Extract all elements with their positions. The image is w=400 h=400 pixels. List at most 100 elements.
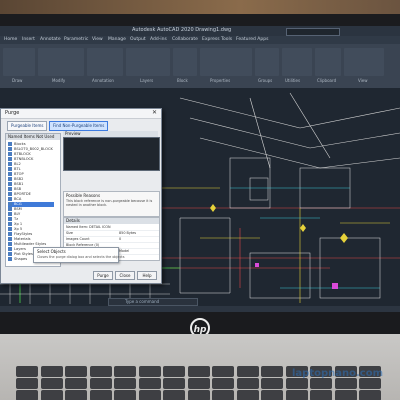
block-icon — [8, 232, 12, 236]
keyboard-key — [334, 378, 357, 389]
tooltip-text: Closes the purge dialog box and selects … — [37, 255, 125, 259]
ribbon-group-modify[interactable] — [38, 48, 84, 76]
keyboard-key — [261, 390, 283, 400]
block-icon — [8, 177, 12, 181]
tree-item-label: BSB — [14, 187, 22, 191]
keyboard-key — [138, 390, 161, 400]
block-icon — [8, 207, 12, 211]
tree-item-label: Xp 5 — [14, 227, 23, 231]
purge-button[interactable]: Purge — [93, 271, 113, 280]
laptop-screen: Autodesk AutoCAD 2020 Drawing1.dwg Home … — [0, 26, 400, 312]
block-icon — [8, 227, 12, 231]
dialog-titlebar: Purge ✕ — [1, 109, 161, 119]
ribbon-label-properties: Properties — [210, 78, 231, 83]
details-title: Details — [64, 218, 159, 224]
tree-item-label: BTOP — [14, 172, 24, 176]
menu-item-featured-apps[interactable]: Featured Apps — [236, 37, 268, 42]
close-button[interactable]: Close — [115, 271, 135, 280]
ribbon-group-clipboard[interactable] — [315, 48, 341, 76]
tree-item-label: Xp 1 — [14, 222, 23, 226]
details-value: 850 Bytes — [119, 231, 137, 235]
tree-item-label: BSLOT0_B002_BLOCK — [14, 147, 53, 151]
tab-find-non-purgeable-items[interactable]: Find Non-Purgeable Items — [49, 121, 109, 131]
block-icon — [8, 252, 12, 256]
block-icon — [8, 247, 12, 251]
tree-item-label: Shapes — [14, 257, 28, 261]
ribbon-group-annotation[interactable] — [87, 48, 123, 76]
menu-item-parametric[interactable]: Parametric — [64, 37, 88, 42]
tree-item-label: BSB1 — [14, 182, 24, 186]
keyboard-key — [359, 390, 381, 400]
named-items-panel-title: Named Items Not Used — [6, 134, 60, 140]
keyboard-key — [114, 366, 136, 377]
block-icon — [8, 212, 12, 216]
block-icon — [8, 187, 12, 191]
block-icon — [8, 202, 12, 206]
keyboard-key — [138, 378, 161, 389]
ribbon-label-layers: Layers — [140, 78, 154, 83]
tree-item-label: BL2 — [14, 162, 21, 166]
ribbon-group-block[interactable] — [173, 48, 197, 76]
block-icon — [8, 162, 12, 166]
tree-item-label: BSB2 — [14, 177, 24, 181]
tree-item-label: BTL — [14, 167, 21, 171]
ribbon-label-clipboard: Clipboard — [317, 78, 337, 83]
menu-item-output[interactable]: Output — [130, 37, 146, 42]
keyboard-key — [212, 378, 234, 389]
watermark: laptopnano.com — [292, 368, 384, 379]
command-line-placeholder: Type a command — [125, 299, 160, 304]
tree-item-label: BCG — [14, 202, 22, 206]
menu-item-home[interactable]: Home — [4, 37, 17, 42]
ribbon-group-utilities[interactable] — [282, 48, 312, 76]
keyboard-key — [138, 366, 161, 377]
block-icon — [8, 142, 12, 146]
block-icon — [8, 197, 12, 201]
menu-item-annotate[interactable]: Annotate — [40, 37, 61, 42]
keyboard-key — [114, 390, 136, 400]
keyboard-key — [310, 378, 332, 389]
menu-item-addins[interactable]: Add-ins — [150, 37, 167, 42]
keyboard-key — [285, 378, 308, 389]
ribbon-label-groups: Groups — [258, 78, 273, 83]
close-icon[interactable]: ✕ — [152, 109, 157, 116]
window-title: Autodesk AutoCAD 2020 Drawing1.dwg — [132, 27, 232, 33]
ribbon-group-view[interactable] — [344, 48, 384, 76]
ribbon-group-layers[interactable] — [126, 48, 170, 76]
tree-item-label: Materials — [14, 237, 31, 241]
ribbon-label-draw: Draw — [12, 78, 23, 83]
tree-item-label: BTNBLOCK — [14, 157, 34, 161]
details-value: 0 — [119, 237, 122, 241]
menu-item-manage[interactable]: Manage — [108, 37, 126, 42]
block-icon — [8, 217, 12, 221]
keyboard-key — [16, 366, 38, 377]
ribbon-group-draw[interactable] — [3, 48, 35, 76]
search-input[interactable] — [286, 28, 340, 36]
keyboard-key — [163, 378, 185, 389]
ribbon-group-properties[interactable] — [200, 48, 252, 76]
help-button[interactable]: Help — [137, 271, 157, 280]
menu-item-view[interactable]: View — [92, 37, 103, 42]
block-icon — [8, 147, 12, 151]
keyboard-key — [212, 366, 234, 377]
tree-item-label: Tz — [14, 217, 19, 221]
menu-item-express-tools[interactable]: Express Tools — [202, 37, 232, 42]
keyboard-key — [65, 378, 87, 389]
keyboard-key — [310, 390, 332, 400]
block-icon — [8, 192, 12, 196]
ribbon-label-modify: Modify — [52, 78, 66, 83]
keyboard-key — [285, 390, 308, 400]
block-icon — [8, 257, 12, 261]
command-line[interactable]: Type a command — [108, 298, 198, 306]
menu-item-insert[interactable]: Insert — [22, 37, 35, 42]
tree-item-label: BSM — [14, 207, 22, 211]
keyboard-key — [16, 390, 38, 400]
tab-purgeable-items[interactable]: Purgeable Items — [7, 121, 48, 131]
photo-scene: Autodesk AutoCAD 2020 Drawing1.dwg Home … — [0, 0, 400, 400]
keyboard-key — [261, 366, 283, 377]
ribbon: Draw Modify Annotation Layers Block Prop… — [0, 44, 400, 89]
keyboard-key — [187, 390, 210, 400]
keyboard-key — [16, 378, 38, 389]
ribbon-group-groups[interactable] — [255, 48, 279, 76]
menu-item-collaborate[interactable]: Collaborate — [172, 37, 198, 42]
keyboard-key — [261, 378, 283, 389]
